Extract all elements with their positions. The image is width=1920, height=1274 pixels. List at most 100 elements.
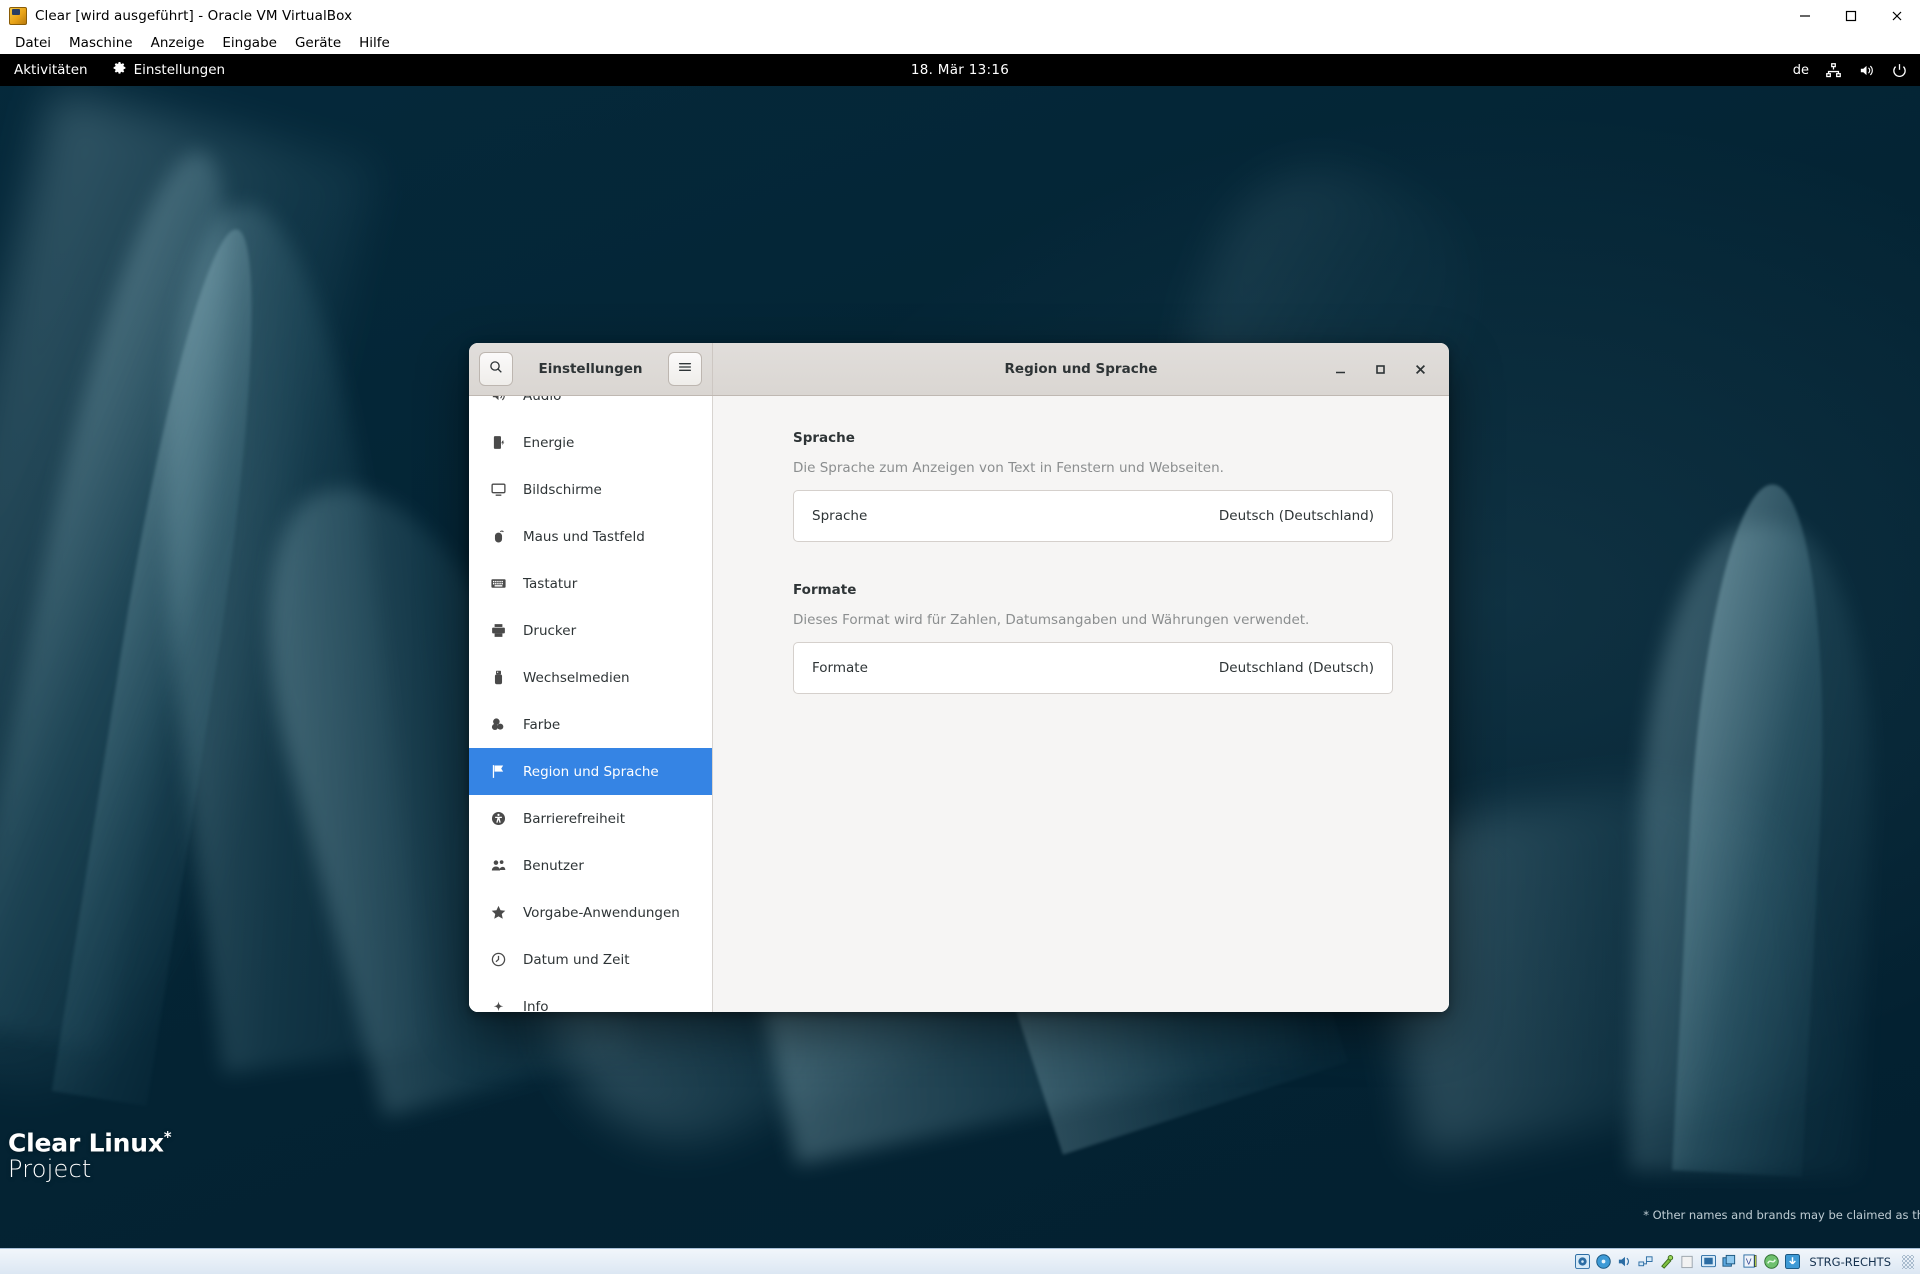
virtualbox-statusbar: V STRG-RECHTS	[0, 1248, 1920, 1274]
sidebar-item-maus-und-tastfeld[interactable]: Maus und Tastfeld	[469, 513, 712, 560]
sidebar-item-label: Vorgabe-Anwendungen	[523, 905, 680, 921]
optical-disk-icon[interactable]	[1595, 1254, 1611, 1270]
settings-content-pane: Sprache Die Sprache zum Anzeigen von Tex…	[713, 396, 1449, 1012]
sidebar-item-label: Wechselmedien	[523, 670, 630, 686]
color-icon	[489, 716, 507, 734]
formats-row-value: Deutschland (Deutsch)	[1219, 660, 1374, 676]
gnome-status-area[interactable]: de	[1793, 54, 1908, 86]
sidebar-item-energie[interactable]: Energie	[469, 419, 712, 466]
minimize-icon[interactable]	[1329, 358, 1351, 380]
battery-icon	[489, 434, 507, 452]
language-row[interactable]: Sprache Deutsch (Deutschland)	[793, 490, 1393, 542]
mouse-integration-icon[interactable]: V	[1742, 1254, 1758, 1270]
sidebar-item-info[interactable]: Info	[469, 983, 712, 1012]
language-section-description: Die Sprache zum Anzeigen von Text in Fen…	[793, 460, 1393, 476]
formats-row[interactable]: Formate Deutschland (Deutsch)	[793, 642, 1393, 694]
power-icon[interactable]	[1891, 62, 1908, 79]
flag-icon	[489, 763, 507, 781]
shared-folder-icon[interactable]	[1679, 1254, 1695, 1270]
virtualbox-window: Clear [wird ausgeführt] - Oracle VM Virt…	[0, 0, 1920, 1274]
keyboard-layout-indicator[interactable]: de	[1793, 63, 1809, 78]
menu-hilfe[interactable]: Hilfe	[350, 33, 399, 53]
search-icon	[488, 359, 504, 379]
sidebar-item-label: Energie	[523, 435, 574, 451]
sidebar-item-vorgabe-anwendungen[interactable]: Vorgabe-Anwendungen	[469, 889, 712, 936]
maximize-icon[interactable]	[1369, 358, 1391, 380]
recording-icon[interactable]	[1721, 1254, 1737, 1270]
language-section-title: Sprache	[793, 430, 1393, 446]
clear-linux-watermark: Clear Linux* Project	[8, 1130, 171, 1182]
display-icon	[489, 481, 507, 499]
clock-icon	[489, 951, 507, 969]
sidebar-item-audio[interactable]: Audio	[469, 396, 712, 419]
main-menu-button[interactable]	[668, 352, 702, 386]
sidebar-item-tastatur[interactable]: Tastatur	[469, 560, 712, 607]
audio-icon[interactable]	[1616, 1254, 1632, 1270]
sidebar-item-farbe[interactable]: Farbe	[469, 701, 712, 748]
sidebar-item-label: Benutzer	[523, 858, 584, 874]
settings-app-title: Einstellungen	[513, 361, 668, 377]
network-icon[interactable]	[1637, 1254, 1653, 1270]
language-row-label: Sprache	[812, 508, 867, 524]
search-button[interactable]	[479, 352, 513, 386]
volume-icon[interactable]	[1858, 62, 1875, 79]
host-key-label: STRG-RECHTS	[1809, 1255, 1891, 1269]
sidebar-item-drucker[interactable]: Drucker	[469, 607, 712, 654]
menu-datei[interactable]: Datei	[6, 33, 60, 53]
svg-text:V: V	[1746, 1256, 1752, 1266]
maximize-icon[interactable]	[1828, 0, 1874, 32]
hard-disk-icon[interactable]	[1574, 1254, 1590, 1270]
settings-sidebar[interactable]: Audio Energie	[469, 396, 713, 1012]
minimize-icon[interactable]	[1782, 0, 1828, 32]
menu-eingabe[interactable]: Eingabe	[213, 33, 286, 53]
sidebar-item-wechselmedien[interactable]: Wechselmedien	[469, 654, 712, 701]
watermark-line2: Project	[8, 1157, 171, 1182]
formats-section-description: Dieses Format wird für Zahlen, Datumsang…	[793, 612, 1393, 628]
close-icon[interactable]	[1874, 0, 1920, 32]
app-menu-button[interactable]: Einstellungen	[102, 54, 236, 86]
menu-anzeige[interactable]: Anzeige	[142, 33, 214, 53]
printer-icon	[489, 622, 507, 640]
guest-screen: Clear Linux* Project * Other names and b…	[0, 54, 1920, 1248]
close-icon[interactable]	[1409, 358, 1431, 380]
formats-row-label: Formate	[812, 660, 868, 676]
sidebar-item-label: Tastatur	[523, 576, 577, 592]
virtualization-icon[interactable]	[1763, 1254, 1779, 1270]
menu-maschine[interactable]: Maschine	[60, 33, 142, 53]
activities-button[interactable]: Aktivitäten	[0, 54, 102, 86]
sidebar-item-label: Farbe	[523, 717, 560, 733]
headerbar-right: Region und Sprache	[713, 343, 1449, 395]
trademark-disclaimer: * Other names and brands may be claimed …	[1643, 1208, 1920, 1222]
virtualbox-icon	[9, 7, 27, 25]
settings-headerbar: Einstellungen Region und Sprache	[469, 343, 1449, 396]
sidebar-item-label: Drucker	[523, 623, 576, 639]
sidebar-item-label: Maus und Tastfeld	[523, 529, 645, 545]
virtualbox-window-controls	[1782, 0, 1920, 32]
menu-geraete[interactable]: Geräte	[286, 33, 350, 53]
sidebar-item-barrierefreiheit[interactable]: Barrierefreiheit	[469, 795, 712, 842]
language-row-value: Deutsch (Deutschland)	[1219, 508, 1374, 524]
star-icon	[489, 904, 507, 922]
sidebar-item-region-und-sprache[interactable]: Region und Sprache	[469, 748, 712, 795]
sidebar-item-label: Audio	[523, 396, 561, 404]
settings-window: Einstellungen Region und Sprache	[469, 343, 1449, 1012]
formats-section: Formate Dieses Format wird für Zahlen, D…	[793, 582, 1393, 694]
headerbar-left: Einstellungen	[469, 343, 713, 395]
sidebar-item-benutzer[interactable]: Benutzer	[469, 842, 712, 889]
watermark-superscript: *	[164, 1128, 172, 1146]
sidebar-item-datum-und-zeit[interactable]: Datum und Zeit	[469, 936, 712, 983]
sidebar-item-bildschirme[interactable]: Bildschirme	[469, 466, 712, 513]
display-icon[interactable]	[1700, 1254, 1716, 1270]
language-section: Sprache Die Sprache zum Anzeigen von Tex…	[793, 430, 1393, 542]
gnome-clock[interactable]: 18. Mär 13:16	[850, 62, 1070, 78]
resize-grip[interactable]	[1902, 1255, 1914, 1269]
host-key-icon[interactable]	[1784, 1254, 1800, 1270]
usb-icon[interactable]	[1658, 1254, 1674, 1270]
settings-window-controls	[1329, 358, 1443, 380]
accessibility-icon	[489, 810, 507, 828]
network-wired-icon[interactable]	[1825, 62, 1842, 79]
sidebar-item-label: Datum und Zeit	[523, 952, 630, 968]
formats-section-title: Formate	[793, 582, 1393, 598]
sidebar-item-label: Region und Sprache	[523, 764, 659, 780]
watermark-line1: Clear Linux	[8, 1129, 164, 1158]
